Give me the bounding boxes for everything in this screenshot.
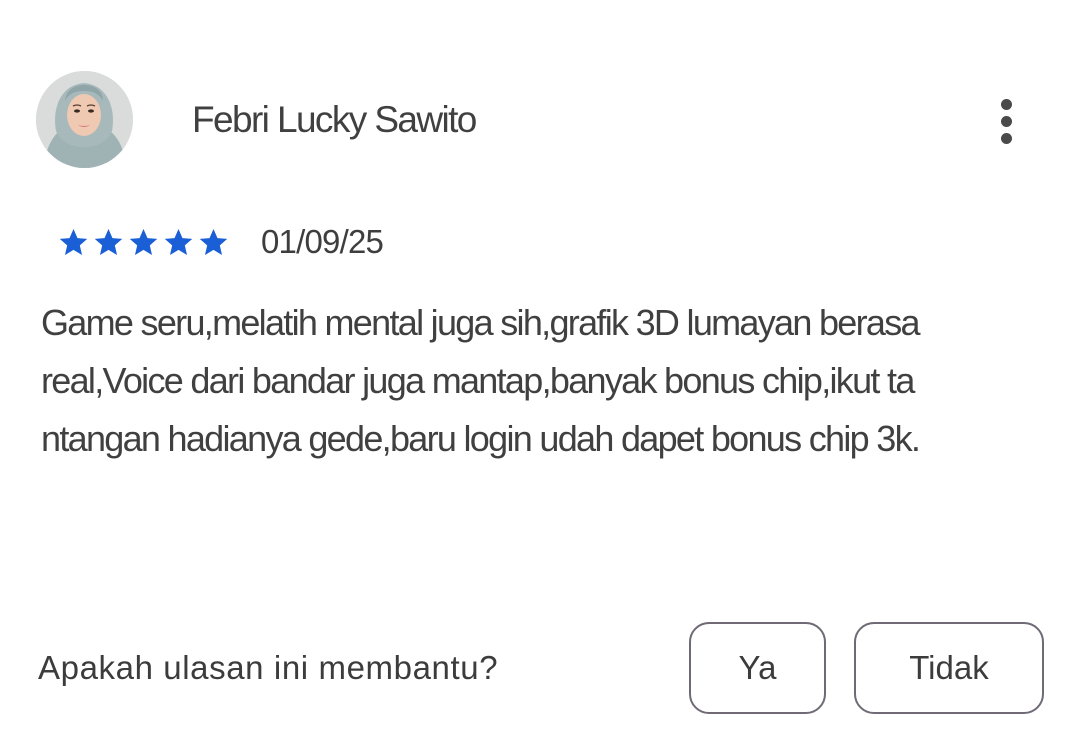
star-rating [56,226,231,259]
review-text-line: real,Voice dari bandar juga mantap,banya… [41,360,915,401]
review-date: 01/09/25 [261,223,384,260]
author-avatar[interactable] [36,71,133,168]
helpful-no-button[interactable]: Tidak [854,622,1044,714]
more-vertical-dot [1001,133,1012,144]
more-options-button[interactable] [988,92,1028,150]
more-vertical-icon [1001,99,1012,110]
star-icon [164,228,193,255]
review-card: Febri Lucky Sawito 01/09/25 Game seru,me… [0,0,1080,755]
author-name: Febri Lucky Sawito [192,99,477,140]
helpful-yes-button[interactable]: Ya [689,622,826,714]
star-icon [59,228,88,255]
review-text-line: ntangan hadianya gede,baru login udah da… [41,418,921,459]
star-icon [94,228,123,255]
review-text-line: Game seru,melatih mental juga sih,grafik… [41,302,921,343]
avatar-image [36,71,133,168]
rating-row: 01/09/25 [56,220,384,264]
star-icon [199,228,228,255]
star-icon [129,228,158,255]
review-text: Game seru,melatih mental juga sih,grafik… [41,294,1031,468]
more-vertical-dot [1001,116,1012,127]
helpful-question: Apakah ulasan ini membantu? [38,649,499,686]
